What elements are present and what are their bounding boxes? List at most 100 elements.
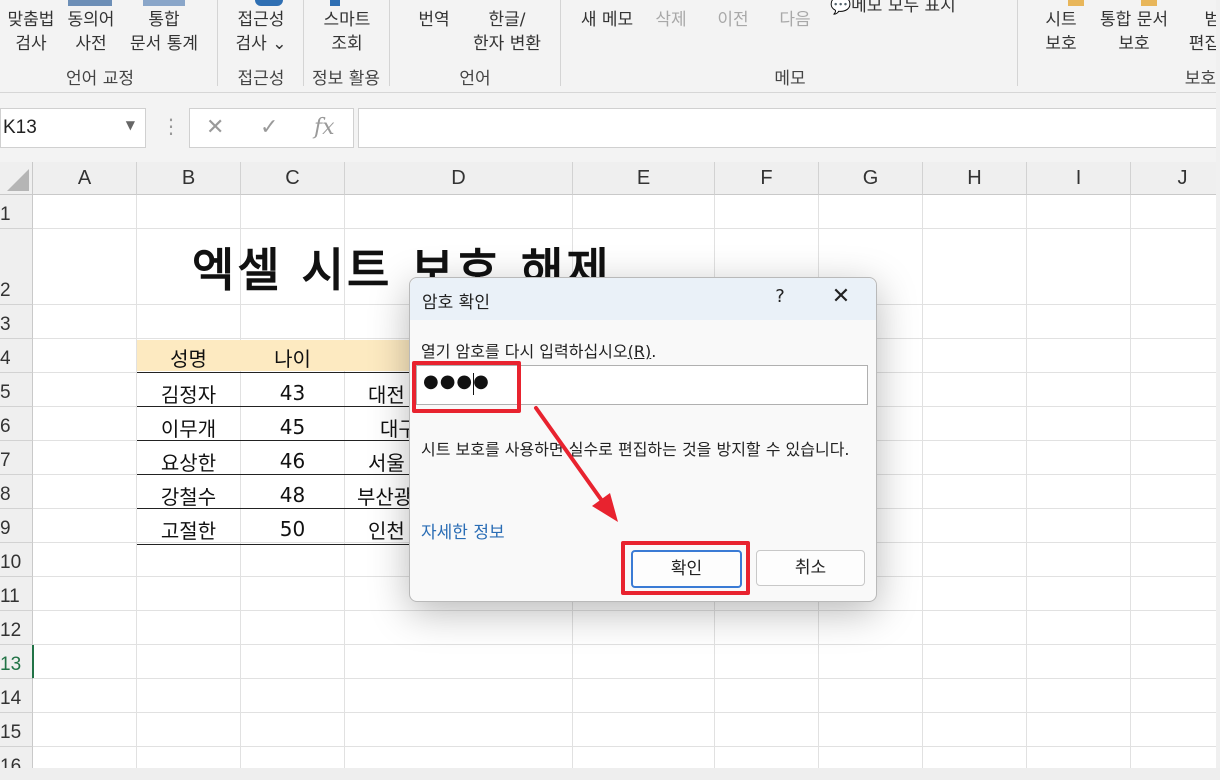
previous-comment-button[interactable]: 이전 xyxy=(710,8,756,32)
allow-edit-ranges-button[interactable]: 범 편집 xyxy=(1180,8,1220,56)
formula-buttons: ✕ ✓ fx xyxy=(189,108,354,148)
protect-sheet-button[interactable]: 시트 보호 xyxy=(1036,8,1086,56)
column-header[interactable]: E xyxy=(573,162,715,195)
next-comment-button[interactable]: 다음 xyxy=(772,8,818,32)
delete-comment-button[interactable]: 삭제 xyxy=(648,8,694,32)
row-header[interactable]: 11 xyxy=(0,577,33,611)
column-header[interactable]: J xyxy=(1131,162,1220,195)
thesaurus-button[interactable]: 동의어 사전 xyxy=(58,8,124,56)
name-box[interactable]: K13 ▼ xyxy=(0,108,146,148)
column-header[interactable]: I xyxy=(1027,162,1131,195)
enter-icon[interactable]: ✓ xyxy=(260,115,278,140)
table-border xyxy=(137,372,409,373)
hanja-convert-button[interactable]: 한글/ 한자 변환 xyxy=(462,8,552,56)
password-highlight-box xyxy=(412,361,521,413)
table-cell: 이무개 xyxy=(160,417,217,441)
comments-group-label: 메모 xyxy=(774,69,806,89)
drag-handle-icon[interactable]: ⋮ xyxy=(161,114,181,138)
column-header[interactable]: A xyxy=(33,162,137,195)
close-icon[interactable]: ✕ xyxy=(826,284,856,312)
table-cell: 강철수 xyxy=(160,485,217,509)
column-header[interactable]: B xyxy=(137,162,241,195)
show-all-comments-label: 메모 모두 표시 xyxy=(851,0,956,16)
more-info-link[interactable]: 자세한 정보 xyxy=(421,518,505,543)
row-header[interactable]: 6 xyxy=(0,407,33,441)
workbook-stats-icon xyxy=(143,0,185,6)
row-header[interactable]: 3 xyxy=(0,305,33,339)
gridline xyxy=(1130,195,1131,780)
gridline xyxy=(33,746,1220,747)
row-header[interactable]: 15 xyxy=(0,713,33,747)
cancel-button[interactable]: 취소 xyxy=(756,550,865,586)
column-header[interactable]: F xyxy=(715,162,819,195)
protect-group-label: 보호 xyxy=(1184,69,1216,89)
ribbon-separator xyxy=(217,0,218,86)
ribbon-separator xyxy=(389,0,390,86)
row-header[interactable]: 7 xyxy=(0,441,33,475)
gridline xyxy=(33,644,1220,645)
table-cell: 45 xyxy=(279,415,306,439)
cancel-icon[interactable]: ✕ xyxy=(206,115,224,140)
column-header[interactable]: D xyxy=(345,162,573,195)
table-cell: 43 xyxy=(279,381,306,405)
column-header[interactable]: H xyxy=(923,162,1027,195)
row-header[interactable]: 1 xyxy=(0,195,33,229)
table-cell: 김정자 xyxy=(160,383,217,407)
comment-icon: 💬 xyxy=(830,0,852,16)
proofing-group-label: 언어 교정 xyxy=(66,69,134,89)
accessibility-icon xyxy=(255,0,283,6)
row-header[interactable]: 9 xyxy=(0,509,33,543)
smart-lookup-icon xyxy=(330,0,340,6)
insights-group-label: 정보 활용 xyxy=(312,69,380,89)
new-comment-button[interactable]: 새 메모 xyxy=(574,8,640,32)
row-header[interactable]: 14 xyxy=(0,679,33,713)
protection-info-text: 시트 보호를 사용하면 실수로 편집하는 것을 방지할 수 있습니다. xyxy=(421,440,850,459)
table-cell: 고절한 xyxy=(160,519,217,543)
protect-workbook-icon xyxy=(1141,0,1157,6)
row-header-active[interactable]: 13 xyxy=(0,645,34,679)
workbook-statistics-button[interactable]: 통합 문서 통계 xyxy=(122,8,206,56)
column-header[interactable]: C xyxy=(241,162,345,195)
translate-button[interactable]: 번역 xyxy=(405,8,463,32)
row-header[interactable]: 8 xyxy=(0,475,33,509)
gridline xyxy=(33,712,1220,713)
formula-input[interactable] xyxy=(358,108,1220,148)
dialog-titlebar[interactable]: 암호 확인 ? ✕ xyxy=(410,278,876,320)
window-edge xyxy=(1216,0,1220,780)
table-header-cell: 나이 xyxy=(274,347,311,371)
row-header[interactable]: 2 xyxy=(0,229,33,305)
spell-check-button[interactable]: 맞춤법 검사 xyxy=(0,8,62,56)
ribbon-separator xyxy=(1017,0,1018,86)
select-all-corner[interactable] xyxy=(0,162,33,195)
table-cell: 48 xyxy=(279,483,306,507)
ok-highlight-box xyxy=(621,541,750,595)
insert-function-icon[interactable]: fx xyxy=(314,115,335,140)
help-icon[interactable]: ? xyxy=(765,286,795,312)
dialog-title: 암호 확인 xyxy=(422,293,490,313)
thesaurus-icon xyxy=(68,0,112,6)
table-border xyxy=(137,544,409,545)
table-header-cell: 성명 xyxy=(170,347,207,371)
table-cell: 요상한 xyxy=(160,451,217,475)
row-header[interactable]: 12 xyxy=(0,611,33,645)
gridline xyxy=(922,195,923,780)
row-header[interactable]: 5 xyxy=(0,373,33,407)
gridline xyxy=(33,678,1220,679)
row-header[interactable]: 4 xyxy=(0,339,33,373)
gridline xyxy=(33,610,1220,611)
row-header[interactable]: 10 xyxy=(0,543,33,577)
password-prompt-label: 열기 암호를 다시 입력하십시오(R). xyxy=(421,342,657,361)
check-accessibility-button[interactable]: 접근성 검사 ⌄ xyxy=(226,8,296,56)
show-all-comments-button[interactable]: 💬메모 모두 표시 xyxy=(830,0,980,18)
ribbon: 맞춤법 검사 동의어 사전 통합 문서 통계 언어 교정 접근성 검사 ⌄ 접근… xyxy=(0,0,1220,93)
name-box-value: K13 xyxy=(3,117,37,138)
protect-sheet-icon xyxy=(1068,0,1084,6)
column-header[interactable]: G xyxy=(819,162,923,195)
language-group-label: 언어 xyxy=(459,69,491,89)
accessibility-group-label: 접근성 xyxy=(237,69,285,89)
table-cell: 46 xyxy=(279,449,306,473)
chevron-down-icon[interactable]: ▼ xyxy=(126,118,135,132)
smart-lookup-button[interactable]: 스마트 조회 xyxy=(310,8,384,56)
window-edge xyxy=(0,768,1220,780)
protect-workbook-button[interactable]: 통합 문서 보호 xyxy=(1094,8,1174,56)
